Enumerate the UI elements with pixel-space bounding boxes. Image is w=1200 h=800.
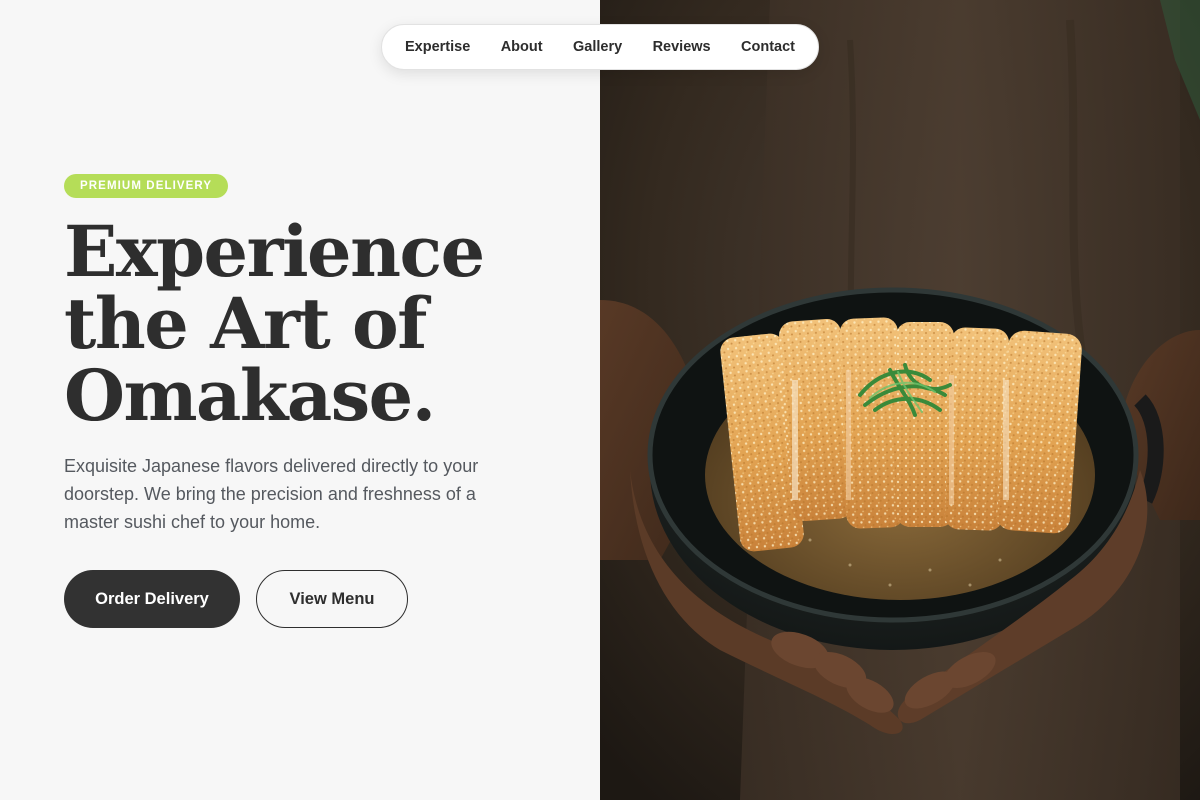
nav-link-gallery[interactable]: Gallery xyxy=(573,39,622,55)
hero-food-image xyxy=(600,0,1200,800)
cta-group: Order Delivery View Menu xyxy=(64,570,564,628)
nav-link-reviews[interactable]: Reviews xyxy=(653,39,711,55)
nav-link-about[interactable]: About xyxy=(501,39,543,55)
hero-section: PREMIUM DELIVERY Experience the Art of O… xyxy=(64,174,564,628)
order-delivery-button[interactable]: Order Delivery xyxy=(64,570,240,628)
hero-headline: Experience the Art of Omakase. xyxy=(64,216,564,432)
view-menu-button[interactable]: View Menu xyxy=(256,570,408,628)
headline-line-1: Experience xyxy=(64,210,485,293)
hero-description: Exquisite Japanese flavors delivered dir… xyxy=(64,456,479,532)
nav-link-contact[interactable]: Contact xyxy=(741,39,795,55)
premium-delivery-badge: PREMIUM DELIVERY xyxy=(64,174,229,198)
headline-line-2: the Art of xyxy=(64,282,427,365)
headline-line-3: Omakase. xyxy=(64,354,436,437)
nav-link-expertise[interactable]: Expertise xyxy=(405,39,470,55)
main-nav: Expertise About Gallery Reviews Contact xyxy=(381,24,819,70)
